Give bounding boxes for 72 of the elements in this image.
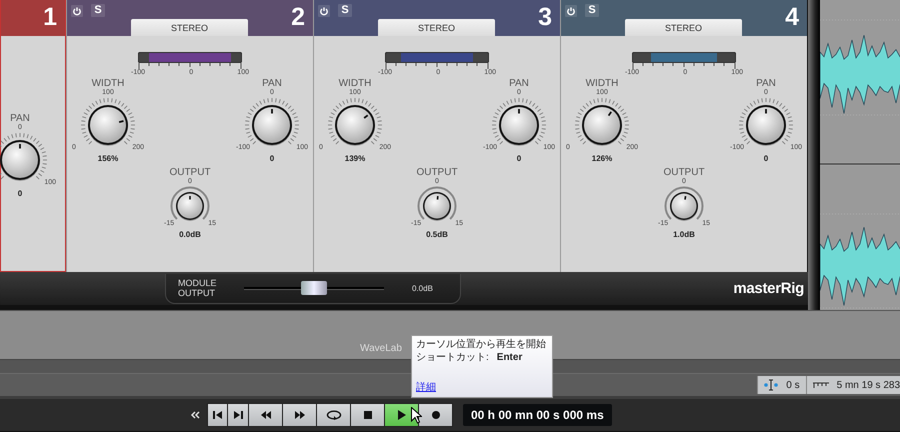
record-icon — [432, 411, 440, 419]
track-label: WaveLab — [360, 343, 402, 354]
loop-button[interactable] — [317, 403, 351, 427]
file-length[interactable]: 5 mn 19 s 283 — [806, 376, 900, 394]
mode-tab[interactable]: STEREO — [131, 19, 248, 36]
module-output-label: MODULE OUTPUT — [178, 278, 218, 298]
collapse-icon[interactable] — [190, 411, 200, 419]
knob-value: 0.0dB — [179, 230, 201, 239]
knob-label: PAN — [756, 78, 776, 89]
details-link[interactable]: 詳細 — [416, 380, 436, 394]
tooltip-text: カーソル位置から再生を開始 — [416, 339, 547, 351]
knob-value: 1.0dB — [673, 230, 695, 239]
knob-label: WIDTH — [338, 78, 372, 89]
knob-label: PAN — [10, 113, 30, 124]
stop-button[interactable] — [351, 403, 385, 427]
time-display: 00 h 00 mn 00 s 000 ms — [463, 404, 612, 426]
module-number: 4 — [785, 3, 799, 31]
play-icon — [398, 410, 406, 420]
knob-pointer[interactable] — [684, 196, 686, 200]
forward-button[interactable] — [283, 403, 317, 427]
rewind-icon — [260, 410, 272, 420]
knob-value: 0 — [18, 189, 22, 198]
knob-value: 126% — [592, 154, 612, 163]
length-time: 5 mn 19 s 283 — [836, 380, 900, 390]
knob-label: PAN — [262, 78, 282, 89]
record-button[interactable] — [419, 403, 453, 427]
power-icon[interactable] — [565, 4, 577, 16]
knob-label: OUTPUT — [169, 167, 211, 178]
knob-pointer[interactable] — [364, 114, 368, 119]
module-number: 2 — [291, 3, 305, 31]
knob-pointer[interactable] — [608, 111, 612, 116]
brand-logo: masterRig — [733, 280, 804, 297]
stop-icon — [364, 411, 372, 419]
output-value: 0.0dB — [412, 284, 433, 292]
knob-pointer[interactable] — [436, 196, 439, 200]
shortcut-key: Enter — [496, 351, 522, 364]
skip-forward-icon — [233, 410, 243, 420]
knob-value: 0.5dB — [426, 230, 448, 239]
module-number: 3 — [538, 3, 552, 31]
fast-forward-icon — [294, 410, 306, 420]
knob-value: 0 — [764, 154, 768, 163]
knob-value: 0 — [270, 154, 274, 163]
knob-value: 156% — [98, 154, 118, 163]
knob-value: 0 — [516, 154, 522, 163]
knob-label: WIDTH — [586, 78, 618, 89]
output-slider[interactable] — [244, 279, 384, 297]
cursor-position[interactable]: 0 s — [757, 376, 806, 394]
solo-button[interactable]: S — [585, 4, 599, 17]
solo-button[interactable]: S — [91, 4, 105, 17]
shortcut-label: ショートカット: — [416, 351, 489, 364]
mode-tab[interactable]: STEREO — [378, 19, 495, 36]
cursor-icon — [764, 379, 778, 391]
knob-label: OUTPUT — [416, 167, 458, 178]
knob-label: WIDTH — [92, 78, 124, 89]
knob-label: OUTPUT — [663, 167, 705, 178]
skip-back-icon — [212, 410, 222, 420]
power-icon[interactable] — [318, 4, 330, 16]
solo-button[interactable]: S — [338, 4, 352, 17]
mouse-pointer-icon — [411, 407, 422, 424]
end-button[interactable] — [228, 403, 249, 427]
ruler-icon — [812, 381, 829, 389]
rewind-button[interactable] — [249, 403, 283, 427]
knob-value: 139% — [344, 154, 366, 163]
cursor-time: 0 s — [786, 380, 800, 390]
knob-label: PAN — [509, 78, 529, 89]
slider-thumb[interactable] — [301, 281, 327, 295]
loop-icon — [326, 410, 342, 420]
start-button[interactable] — [207, 403, 228, 427]
mode-tab[interactable]: STEREO — [625, 19, 742, 36]
knob-pointer[interactable] — [118, 120, 124, 123]
module-number: 1 — [43, 3, 57, 31]
power-icon[interactable] — [71, 4, 83, 16]
